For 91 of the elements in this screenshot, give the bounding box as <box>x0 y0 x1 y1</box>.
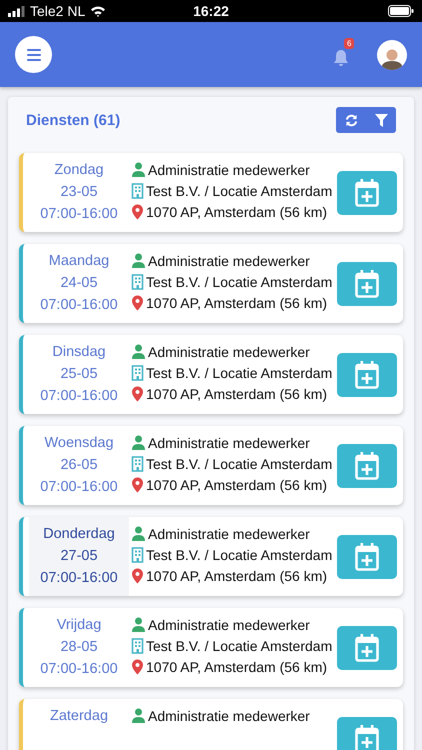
shift-day: Donderdag <box>43 526 115 542</box>
address: 1070 AP, Amsterdam (56 km) <box>146 477 328 493</box>
person-icon <box>131 344 146 360</box>
building-icon <box>131 365 144 381</box>
shift-card[interactable]: Zaterdag Administratie medewerker <box>19 699 403 750</box>
person-icon <box>131 162 146 178</box>
company-location: Test B.V. / Locatie Amsterdam <box>146 183 332 199</box>
map-pin-icon <box>131 386 144 402</box>
company-location: Test B.V. / Locatie Amsterdam <box>146 547 332 563</box>
shift-time: 07:00-16:00 <box>40 570 118 586</box>
shift-date: 23-05 <box>60 184 98 200</box>
building-icon <box>131 547 144 563</box>
shift-day: Woensdag <box>44 435 114 451</box>
refresh-icon <box>344 114 358 126</box>
address: 1070 AP, Amsterdam (56 km) <box>146 568 328 584</box>
calendar-plus-icon <box>355 270 379 298</box>
map-pin-icon <box>131 295 144 311</box>
shift-day: Zondag <box>54 162 104 178</box>
add-to-calendar-button[interactable] <box>337 716 397 750</box>
map-pin-icon <box>131 659 144 675</box>
person-icon <box>131 435 146 451</box>
shift-time: 07:00-16:00 <box>40 206 118 222</box>
company-location: Test B.V. / Locatie Amsterdam <box>146 456 332 472</box>
wifi-icon <box>90 5 106 17</box>
shift-day: Zaterdag <box>50 708 108 724</box>
menu-button[interactable] <box>15 36 52 73</box>
job-role: Administratie medewerker <box>148 617 310 633</box>
job-role: Administratie medewerker <box>148 526 310 542</box>
company-location: Test B.V. / Locatie Amsterdam <box>146 638 332 654</box>
person-icon <box>131 708 146 724</box>
shift-day: Dinsdag <box>52 344 106 360</box>
person-icon <box>131 617 146 633</box>
add-to-calendar-button[interactable] <box>337 626 397 670</box>
shift-date: 26-05 <box>60 457 98 473</box>
notification-badge: 6 <box>344 38 354 48</box>
signal-icon <box>8 6 25 16</box>
panel-title: Diensten (61) <box>26 112 122 128</box>
carrier-name: Tele2 NL <box>30 3 86 19</box>
map-pin-icon <box>131 568 144 584</box>
person-icon <box>131 253 146 269</box>
shift-card[interactable]: Donderdag 27-05 07:00-16:00 Administratie medewerker Test B.V. / Locatie Amsterdam 1070 AP, Amsterdam (56 km) <box>19 517 403 596</box>
shift-card[interactable]: Dinsdag 25-05 07:00-16:00 Administratie medewerker Test B.V. / Locatie Amsterdam 1070 AP, Amsterdam (56 km) <box>19 335 403 414</box>
add-to-calendar-button[interactable] <box>337 262 397 306</box>
shift-date: 27-05 <box>60 548 98 564</box>
company-location: Test B.V. / Locatie Amsterdam <box>146 365 332 381</box>
shift-time: 07:00-16:00 <box>40 661 118 677</box>
job-role: Administratie medewerker <box>148 435 310 451</box>
shift-card[interactable]: Vrijdag 28-05 07:00-16:00 Administratie medewerker Test B.V. / Locatie Amsterdam 1070 AP, Amsterdam (56 km) <box>19 608 403 687</box>
building-icon <box>131 638 144 654</box>
shift-date: 24-05 <box>60 275 98 291</box>
address: 1070 AP, Amsterdam (56 km) <box>146 659 328 675</box>
shift-day: Vrijdag <box>56 617 102 633</box>
calendar-plus-icon <box>355 452 379 480</box>
person-icon <box>131 526 146 542</box>
company-location: Test B.V. / Locatie Amsterdam <box>146 274 332 290</box>
map-pin-icon <box>131 477 144 493</box>
building-icon <box>131 274 144 290</box>
shift-date: 28-05 <box>60 639 98 655</box>
calendar-plus-icon <box>355 360 379 388</box>
job-role: Administratie medewerker <box>148 253 310 269</box>
building-icon <box>131 183 144 199</box>
shift-date: 25-05 <box>60 366 98 382</box>
job-role: Administratie medewerker <box>148 162 310 178</box>
shift-time: 07:00-16:00 <box>40 297 118 313</box>
shift-day: Maandag <box>48 253 110 269</box>
add-to-calendar-button[interactable] <box>337 444 397 488</box>
calendar-plus-icon <box>355 178 379 206</box>
bell-icon[interactable] <box>333 48 349 66</box>
add-to-calendar-button[interactable] <box>337 352 397 396</box>
shift-time: 07:00-16:00 <box>40 388 118 404</box>
add-to-calendar-button[interactable] <box>337 170 397 214</box>
shift-time: 07:00-16:00 <box>40 479 118 495</box>
filter-icon <box>374 114 388 126</box>
job-role: Administratie medewerker <box>148 344 310 360</box>
calendar-plus-icon <box>355 542 379 570</box>
building-icon <box>131 456 144 472</box>
add-to-calendar-button[interactable] <box>337 534 397 578</box>
job-role: Administratie medewerker <box>148 708 310 724</box>
avatar[interactable] <box>377 40 407 70</box>
address: 1070 AP, Amsterdam (56 km) <box>146 386 328 402</box>
address: 1070 AP, Amsterdam (56 km) <box>146 204 328 220</box>
calendar-plus-icon <box>355 724 379 750</box>
clock-time: 16:22 <box>193 3 229 19</box>
menu-icon <box>26 48 40 60</box>
map-pin-icon <box>131 204 144 220</box>
shift-card[interactable]: Woensdag 26-05 07:00-16:00 Administratie medewerker Test B.V. / Locatie Amsterdam 1070 AP, Amsterdam (56 km) <box>19 426 403 505</box>
shift-card[interactable]: Zondag 23-05 07:00-16:00 Administratie medewerker Test B.V. / Locatie Amsterdam 1070 AP, Amsterdam (56 km) <box>19 153 403 232</box>
calendar-plus-icon <box>355 634 379 662</box>
address: 1070 AP, Amsterdam (56 km) <box>146 295 328 311</box>
battery-icon <box>388 5 414 17</box>
shift-card[interactable]: Maandag 24-05 07:00-16:00 Administratie medewerker Test B.V. / Locatie Amsterdam 1070 AP, Amsterdam (56 km) <box>19 244 403 323</box>
